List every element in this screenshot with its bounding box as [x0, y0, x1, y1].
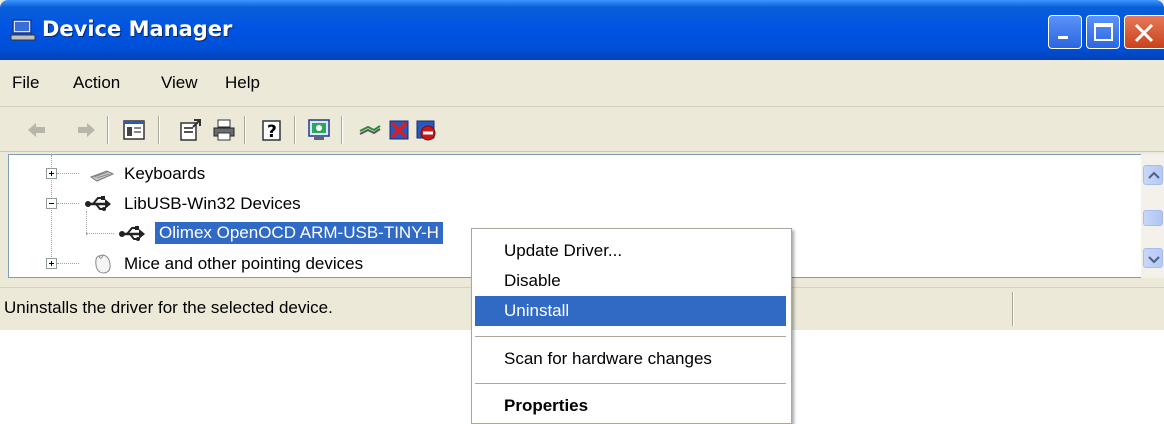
uninstall-icon[interactable] [387, 118, 411, 142]
tree-item-keyboards[interactable]: Keyboards [9, 161, 1009, 189]
menu-file[interactable]: File [12, 73, 39, 93]
scan-hardware-icon[interactable] [307, 118, 331, 142]
menu-item-uninstall[interactable]: Uninstall [475, 296, 786, 326]
menu-action[interactable]: Action [73, 73, 120, 93]
disable-icon[interactable] [414, 118, 438, 142]
scroll-thumb[interactable] [1143, 210, 1163, 226]
window-title: Device Manager [42, 17, 233, 41]
scroll-down-button[interactable] [1143, 248, 1163, 268]
toolbar: ? [0, 107, 1164, 152]
close-button[interactable] [1124, 15, 1164, 49]
selected-device-label: Olimex OpenOCD ARM-USB-TINY-H [155, 222, 443, 244]
chevron-up-icon [1148, 171, 1160, 179]
chevron-down-icon [1148, 256, 1160, 264]
menu-view[interactable]: View [161, 73, 198, 93]
collapse-icon[interactable] [46, 198, 57, 209]
keyboard-icon [89, 170, 115, 182]
forward-arrow-icon[interactable] [75, 118, 99, 142]
expand-icon[interactable] [46, 168, 57, 179]
tree-item-libusb-devices[interactable]: LibUSB-Win32 Devices [9, 191, 1009, 219]
print-icon[interactable] [212, 118, 236, 142]
menu-item-properties[interactable]: Properties [475, 391, 786, 421]
update-driver-icon[interactable] [358, 118, 382, 142]
usb-icon [85, 196, 111, 211]
menu-help[interactable]: Help [225, 73, 260, 93]
status-text: Uninstalls the driver for the selected d… [4, 298, 333, 317]
title-bar[interactable]: Device Manager [0, 0, 1164, 60]
menu-item-label: Uninstall [504, 301, 570, 320]
menu-item-update-driver[interactable]: Update Driver... [475, 236, 786, 266]
context-menu: Update Driver... Disable Uninstall Scan … [471, 228, 792, 424]
maximize-icon [1094, 23, 1113, 41]
menu-item-label: Disable [504, 271, 561, 290]
computer-icon [10, 19, 36, 41]
usb-icon [119, 226, 145, 241]
menu-item-label: Scan for hardware changes [504, 349, 712, 368]
properties-icon[interactable] [178, 118, 202, 142]
svg-text:?: ? [267, 122, 277, 142]
maximize-button[interactable] [1086, 15, 1120, 49]
tree-item-label: LibUSB-Win32 Devices [124, 194, 301, 213]
menu-item-disable[interactable]: Disable [475, 266, 786, 296]
minimize-icon [1058, 36, 1068, 39]
menu-separator [475, 336, 786, 337]
status-divider [1012, 292, 1014, 326]
menu-item-scan-hardware[interactable]: Scan for hardware changes [475, 344, 786, 374]
vertical-scrollbar[interactable] [1141, 154, 1164, 278]
help-icon[interactable]: ? [260, 118, 284, 142]
mouse-icon [95, 254, 111, 274]
tree-item-label: Keyboards [124, 164, 206, 183]
expand-icon[interactable] [46, 258, 57, 269]
back-arrow-icon[interactable] [24, 118, 48, 142]
tree-item-label: Mice and other pointing devices [124, 254, 364, 273]
show-hide-console-tree-icon[interactable] [122, 118, 146, 142]
close-icon [1134, 23, 1154, 43]
menu-item-label: Update Driver... [504, 241, 623, 260]
scroll-up-button[interactable] [1143, 165, 1163, 185]
menu-item-label: Properties [504, 396, 589, 415]
menu-separator [475, 383, 786, 384]
menu-bar: File Action View Help [0, 60, 1164, 107]
minimize-button[interactable] [1048, 15, 1082, 49]
